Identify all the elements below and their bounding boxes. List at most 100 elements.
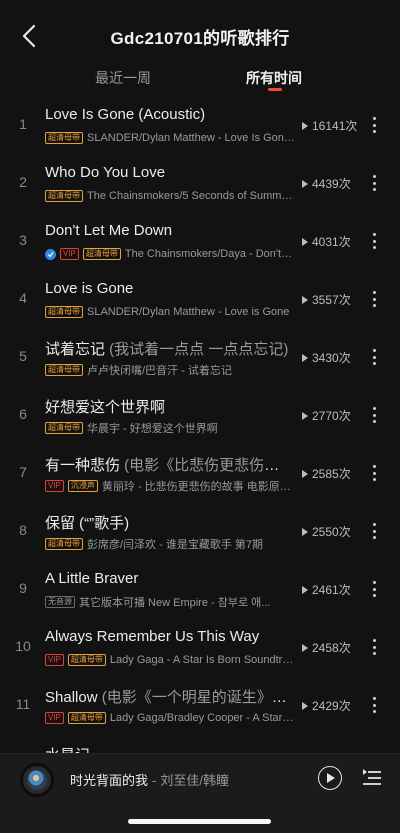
- more-options-icon[interactable]: [366, 462, 382, 484]
- now-playing[interactable]: 时光背面的我 - 刘至佳/韩瞳: [70, 770, 229, 789]
- page-title: Gdc210701的听歌排行: [110, 29, 290, 48]
- quality-badge: 超清母带: [67, 654, 106, 666]
- play-count-value: 2585次: [312, 467, 351, 481]
- more-options-icon[interactable]: [366, 230, 382, 252]
- play-count: 4439次: [302, 175, 351, 192]
- play-count-value: 4439次: [312, 177, 351, 191]
- song-rank: 6: [19, 406, 27, 422]
- song-rank: 9: [19, 580, 27, 596]
- song-meta: VIP 超清母带 Lady Gaga - A Star Is Born Soundt…: [45, 652, 295, 668]
- song-row[interactable]: 7 有一种悲伤 (电影《比悲伤更悲伤的故事》主题曲) VIP沉浸声黄丽玲 - 比悲伤…: [0, 444, 400, 502]
- more-options-icon[interactable]: [366, 694, 382, 716]
- song-title-text: Who Do You Love: [45, 164, 166, 181]
- song-title: Shallow (电影《一个明星的诞生》主题曲): [45, 686, 293, 707]
- header: Gdc210701的听歌排行: [0, 0, 400, 70]
- song-title-text: Shallow: [45, 689, 98, 706]
- more-options-icon[interactable]: [366, 578, 382, 600]
- song-meta: 超清母带 华晨宇 - 好想爱这个世界啊: [45, 420, 295, 436]
- quality-badge: 超清母带: [45, 364, 83, 376]
- more-options-icon[interactable]: [366, 636, 382, 658]
- song-artist-album: 卢卢快闭嘴/巴音汗 - 试着忘记: [87, 365, 232, 377]
- quality-badge: 超清母带: [45, 422, 83, 434]
- play-count-icon: [302, 179, 308, 188]
- song-row[interactable]: 5 试着忘记 (我试着一点点 一点点忘记) 超清母带 卢卢快闭嘴/巴音汗 - 试着忘记…: [0, 328, 400, 386]
- play-count-value: 4031次: [312, 235, 351, 249]
- song-row[interactable]: 2 Who Do You Love 超清母带 The Chainsmokers/5 S…: [0, 154, 400, 212]
- song-rank: 7: [19, 464, 27, 480]
- song-meta: 无音源 其它版本可播 New Empire - 참부로 애...: [45, 594, 295, 610]
- song-title-text: Always Remember Us This Way: [45, 628, 260, 645]
- song-meta: 超清母带 卢卢快闭嘴/巴音汗 - 试着忘记: [45, 362, 295, 378]
- play-count: 2458次: [302, 639, 351, 656]
- quality-badge: 超清母带: [82, 248, 121, 260]
- song-title: 好想爱这个世界啊: [45, 396, 293, 417]
- play-count-value: 3430次: [312, 351, 351, 365]
- tab-active-indicator: [268, 88, 282, 91]
- song-meta: 超清母带 SLANDER/Dylan Matthew - Love is Gone: [45, 304, 295, 320]
- more-options-icon[interactable]: [366, 288, 382, 310]
- tab-all-time[interactable]: 所有时间: [246, 68, 302, 88]
- song-meta: VIP 超清母带 Lady Gaga/Bradley Cooper - A Star…: [45, 710, 295, 726]
- song-row[interactable]: 8 保留 (“”歌手) 超清母带 彭席彦/闫泽欢 - 谁是宝藏歌手 第7期 2550次: [0, 502, 400, 560]
- song-title: 试着忘记 (我试着一点点 一点点忘记): [45, 338, 293, 359]
- song-rank: 8: [19, 522, 27, 538]
- song-artist-album: 其它版本可播 New Empire - 참부로 애...: [79, 597, 271, 609]
- quality-badge: VIP: [45, 712, 64, 724]
- song-rank: 3: [19, 232, 27, 248]
- play-count: 2461次: [302, 581, 351, 598]
- quality-badge: VIP: [45, 480, 64, 492]
- song-artist-album: 黄丽玲 - 比悲伤更悲伤的故事 电影原声带: [101, 481, 295, 493]
- album-cover[interactable]: [20, 763, 54, 797]
- song-meta: VIP 沉浸声 黄丽玲 - 比悲伤更悲伤的故事 电影原声带: [45, 478, 295, 494]
- playlist-queue-icon[interactable]: [362, 768, 382, 788]
- quality-badge: 超清母带: [67, 712, 106, 724]
- song-row[interactable]: 11 Shallow (电影《一个明星的诞生》主题曲) VIP超清母带Lady Ga…: [0, 676, 400, 734]
- song-row[interactable]: 3 Don't Let Me Down VIP 超清母带 The Chainsmoker…: [0, 212, 400, 270]
- play-count-value: 3557次: [312, 293, 351, 307]
- song-subtitle: (电影《比悲伤更悲伤的故事》主题曲): [124, 457, 293, 474]
- song-title: Who Do You Love: [45, 164, 293, 181]
- play-count-icon: [302, 643, 308, 652]
- song-row[interactable]: 10 Always Remember Us This Way VIP 超清母带 Lady…: [0, 618, 400, 676]
- more-options-icon[interactable]: [366, 346, 382, 368]
- song-meta: 超清母带 彭席彦/闫泽欢 - 谁是宝藏歌手 第7期: [45, 536, 295, 552]
- play-count: 2429次: [302, 697, 351, 714]
- song-title-text: 试着忘记: [45, 341, 106, 358]
- song-rank: 10: [15, 638, 31, 654]
- quality-badge: 超清母带: [45, 190, 83, 202]
- song-rank: 11: [15, 696, 31, 712]
- play-count-icon: [302, 353, 308, 362]
- tab-bar: 最近一周 所有时间: [0, 62, 400, 96]
- play-button[interactable]: [318, 766, 342, 790]
- home-indicator: [128, 819, 271, 824]
- more-options-icon[interactable]: [366, 114, 382, 136]
- song-artist-album: Lady Gaga - A Star Is Born Soundtrack: [109, 654, 295, 666]
- song-artist-album: 华晨宇 - 好想爱这个世界啊: [87, 423, 218, 435]
- play-count-icon: [302, 411, 308, 420]
- tab-recent-week[interactable]: 最近一周: [95, 68, 151, 88]
- song-artist-album: The Chainsmokers/Daya - Don't Let Me Dow…: [124, 248, 295, 260]
- song-title-text: 好想爱这个世界啊: [45, 399, 166, 416]
- song-row[interactable]: 1 Love Is Gone (Acoustic) 超清母带 SLANDER/Dyla…: [0, 96, 400, 154]
- play-count-icon: [302, 701, 308, 710]
- quality-badge: 沉浸声: [67, 480, 98, 492]
- play-count-icon: [302, 469, 308, 478]
- song-artist-album: The Chainsmokers/5 Seconds of Summer - W…: [87, 190, 295, 202]
- song-title: A Little Braver: [45, 570, 293, 587]
- song-row[interactable]: 9 A Little Braver 无音源 其它版本可播 New Empire - 참…: [0, 560, 400, 618]
- song-title-text: Love Is Gone (Acoustic): [45, 106, 206, 123]
- play-count-icon: [302, 295, 308, 304]
- song-row[interactable]: 6 好想爱这个世界啊超清母带 华晨宇 - 好想爱这个世界啊 2770次: [0, 386, 400, 444]
- song-title-text: A Little Braver: [45, 570, 139, 587]
- more-options-icon[interactable]: [366, 520, 382, 542]
- song-subtitle: (我试着一点点 一点点忘记): [105, 341, 289, 358]
- play-count-value: 2770次: [312, 409, 351, 423]
- song-rank: 2: [19, 174, 27, 190]
- quality-badge: VIP: [45, 654, 64, 666]
- more-options-icon[interactable]: [366, 404, 382, 426]
- song-title: Always Remember Us This Way: [45, 628, 293, 645]
- song-rank: 4: [19, 290, 27, 306]
- now-playing-artist: 刘至佳/韩瞳: [160, 773, 229, 788]
- more-options-icon[interactable]: [366, 172, 382, 194]
- song-row[interactable]: 4 Love is Gone 超清母带 SLANDER/Dylan Matthew -…: [0, 270, 400, 328]
